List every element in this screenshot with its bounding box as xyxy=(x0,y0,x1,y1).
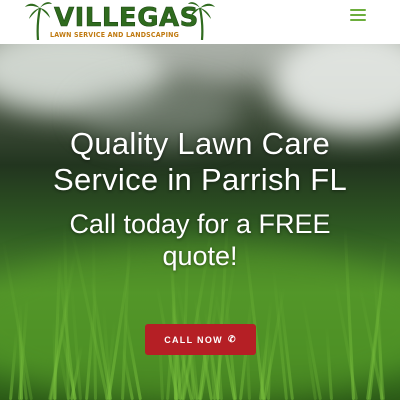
phone-icon: ✆ xyxy=(227,334,237,344)
menu-line xyxy=(350,9,366,11)
hero-subheadline-line: Call today for a FREE xyxy=(69,209,331,239)
hero-headline-line: Quality Lawn Care xyxy=(69,126,331,161)
hamburger-menu-icon[interactable] xyxy=(350,9,366,23)
background-bokeh xyxy=(270,44,400,134)
menu-line xyxy=(350,14,366,16)
hero-headline: Quality Lawn Care Service in Parrish FL xyxy=(0,126,400,198)
hero-subheadline: Call today for a FREE quote! xyxy=(0,208,400,272)
background-bokeh xyxy=(150,44,290,84)
site-logo[interactable]: VILLEGAS LAWN SERVICE AND LANDSCAPING xyxy=(24,0,215,42)
logo-wordmark: VILLEGAS xyxy=(54,3,199,33)
palm-tree-icon xyxy=(188,2,215,40)
palm-tree-icon xyxy=(25,2,52,40)
menu-line xyxy=(350,19,366,21)
logo-tagline: LAWN SERVICE AND LANDSCAPING xyxy=(50,31,179,39)
hero-subheadline-line: quote! xyxy=(162,241,238,271)
call-now-label: CALL NOW xyxy=(164,334,223,345)
hero-headline-line: Service in Parrish FL xyxy=(52,162,347,197)
call-now-button[interactable]: CALL NOW ✆ xyxy=(145,324,256,355)
site-header: VILLEGAS LAWN SERVICE AND LANDSCAPING xyxy=(0,0,400,44)
